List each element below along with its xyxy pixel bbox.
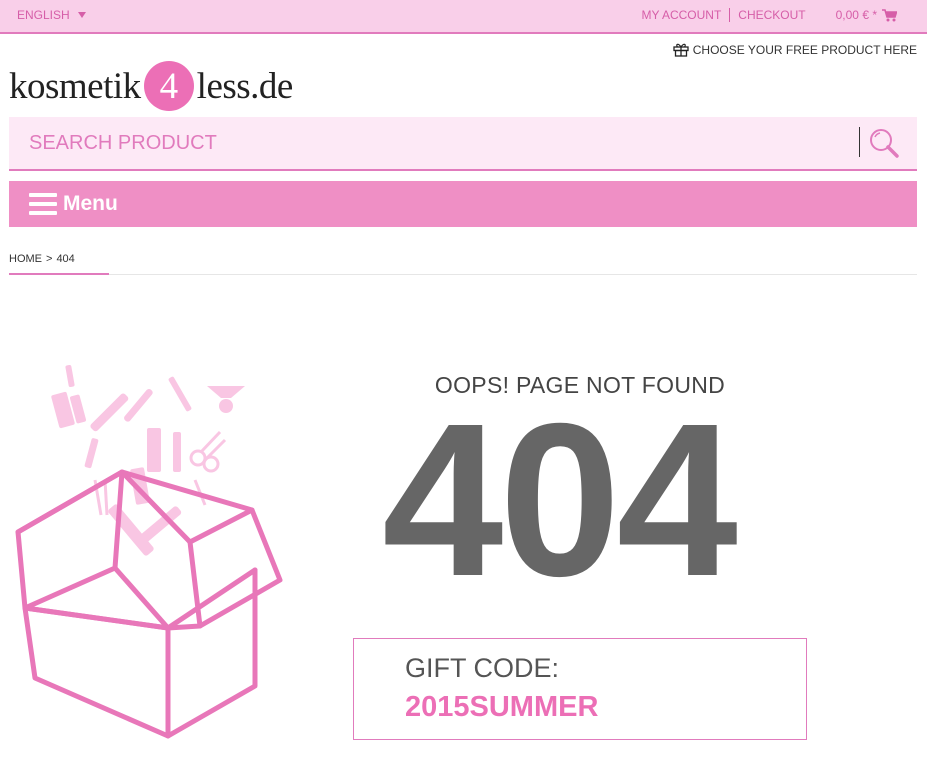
chevron-down-icon — [77, 12, 86, 18]
language-label: ENGLISH — [17, 8, 70, 22]
breadcrumb-separator: > — [46, 253, 53, 265]
gift-icon — [673, 43, 689, 57]
search-input[interactable] — [29, 117, 829, 169]
account-links: MY ACCOUNT CHECKOUT 0,00 € * — [641, 8, 897, 22]
search-bar — [9, 117, 917, 171]
site-logo[interactable]: kosmetik 4 less.de — [9, 61, 294, 111]
logo-badge: 4 — [143, 61, 194, 111]
cart-button[interactable]: 0,00 € * — [836, 8, 897, 22]
logo-text-right: less.de — [196, 65, 294, 107]
menu-label: Menu — [63, 192, 118, 215]
free-product-label: CHOOSE YOUR FREE PRODUCT HERE — [692, 42, 917, 57]
cart-total: 0,00 € * — [835, 8, 877, 22]
gift-code-label: GIFT CODE: — [405, 653, 560, 683]
error-code: 404 — [382, 379, 738, 622]
cosmetics-box-illustration — [15, 364, 283, 739]
free-product-link[interactable]: CHOOSE YOUR FREE PRODUCT HERE — [673, 42, 917, 57]
cart-icon — [882, 8, 897, 21]
my-account-link[interactable]: MY ACCOUNT — [641, 8, 721, 22]
checkout-link[interactable]: CHECKOUT — [738, 8, 805, 22]
breadcrumb: HOME > 404 — [9, 253, 75, 265]
breadcrumb-accent — [9, 273, 109, 275]
breadcrumb-divider — [9, 274, 917, 275]
gift-code-value: 2015SUMMER — [405, 691, 599, 723]
breadcrumb-current: 404 — [56, 253, 75, 265]
gift-code-box: GIFT CODE: 2015SUMMER — [353, 638, 807, 740]
logo-text-left: kosmetik — [9, 65, 141, 107]
language-selector[interactable]: ENGLISH — [17, 8, 86, 22]
breadcrumb-home[interactable]: HOME — [9, 253, 42, 265]
hamburger-icon — [29, 193, 57, 215]
magnifier-icon — [870, 129, 899, 158]
search-divider — [859, 127, 860, 157]
search-button[interactable] — [867, 127, 903, 161]
link-divider — [729, 8, 731, 22]
top-bar: ENGLISH MY ACCOUNT CHECKOUT 0,00 € * — [0, 0, 927, 34]
menu-bar[interactable]: Menu — [9, 181, 917, 227]
